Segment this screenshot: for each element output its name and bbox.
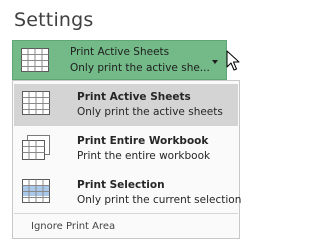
mouse-pointer-icon bbox=[226, 50, 240, 76]
menu-item-print-selection[interactable]: Print Selection Only print the current s… bbox=[14, 172, 242, 214]
print-scope-menu: Print Active Sheets Only print the activ… bbox=[12, 80, 242, 239]
menu-item-title: Print Selection bbox=[77, 179, 165, 191]
settings-heading: Settings bbox=[14, 9, 94, 31]
menu-item-print-active-sheets[interactable]: Print Active Sheets Only print the activ… bbox=[14, 84, 238, 126]
menu-divider bbox=[14, 213, 238, 214]
menu-item-print-entire-workbook[interactable]: Print Entire Workbook Print the entire w… bbox=[14, 128, 238, 170]
print-scope-dropdown[interactable]: Print Active Sheets Only print the activ… bbox=[12, 40, 227, 80]
chevron-down-icon[interactable] bbox=[212, 60, 218, 64]
selection-icon bbox=[21, 178, 51, 208]
active-sheets-icon bbox=[20, 47, 50, 77]
dropdown-selected-subtitle: Only print the active she... bbox=[70, 62, 210, 74]
ignore-print-area-option[interactable]: Ignore Print Area bbox=[31, 221, 115, 232]
entire-workbook-icon bbox=[21, 134, 51, 166]
active-sheets-icon bbox=[21, 90, 51, 120]
menu-item-subtitle: Print the entire workbook bbox=[77, 150, 211, 162]
menu-item-title: Print Entire Workbook bbox=[77, 135, 209, 147]
menu-item-subtitle: Only print the active sheets bbox=[77, 106, 223, 118]
menu-item-subtitle: Only print the current selection bbox=[77, 194, 242, 206]
dropdown-selected-title: Print Active Sheets bbox=[70, 46, 170, 58]
menu-item-title: Print Active Sheets bbox=[77, 91, 191, 103]
